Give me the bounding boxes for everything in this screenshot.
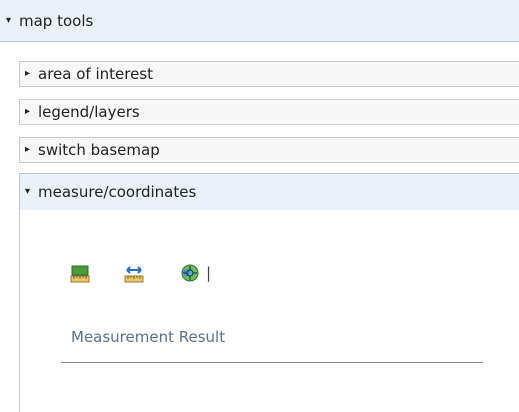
area-measure-button[interactable] [68,262,92,286]
measurement-result-label: Measurement Result [71,328,226,346]
collapse-arrow-icon: ▾ [6,14,12,26]
accordion-item-measure-coordinates[interactable]: ▾ measure/coordinates [19,173,519,211]
accordion-item-area-of-interest[interactable]: ▸ area of interest [19,61,519,87]
distance-measure-icon [124,266,144,283]
expand-arrow-icon: ▸ [25,144,31,155]
accordion-item-switch-basemap[interactable]: ▸ switch basemap [19,137,519,163]
accordion-item-label: legend/layers [38,103,140,121]
map-tools-header[interactable]: ▾ map tools [0,0,519,42]
map-tools-title: map tools [19,11,94,30]
expand-arrow-icon: ▸ [25,106,31,117]
accordion-item-label: area of interest [38,65,153,83]
distance-measure-button[interactable] [122,262,146,286]
accordion-item-label: switch basemap [38,141,160,159]
location-coordinates-icon [181,264,199,282]
collapse-arrow-icon: ▾ [25,186,31,197]
measure-coordinates-content [19,210,519,412]
location-coordinates-button[interactable] [178,261,202,285]
accordion-item-legend-layers[interactable]: ▸ legend/layers [19,99,519,125]
measurement-result-divider [61,362,483,363]
area-measure-icon [70,265,90,283]
accordion-item-label: measure/coordinates [38,183,197,201]
toolbar-separator: | [206,264,212,282]
expand-arrow-icon: ▸ [25,68,31,79]
